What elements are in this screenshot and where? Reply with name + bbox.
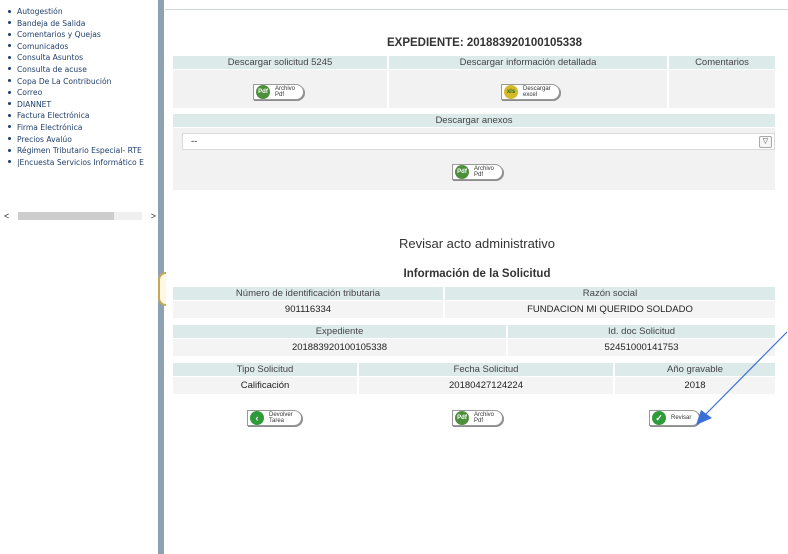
pdf-icon: Pdf (455, 411, 469, 425)
expediente-title: EXPEDIENTE: 201883920100105338 (386, 37, 582, 49)
header-descargar-anexos: Descargar anexos (173, 114, 775, 127)
header-razon-social: Razón social (445, 287, 775, 300)
bullet-icon (8, 32, 11, 36)
tipo-solicitud-value: Calificación (173, 377, 357, 394)
header-descargar-info-detallada: Descargar información detallada (389, 56, 667, 69)
header-nit: Número de identificación tributaria (173, 287, 443, 300)
menu-item-encuesta-servicios[interactable]: |Encuesta Servicios Informático E (8, 157, 158, 169)
header-tipo-solicitud: Tipo Solicitud (173, 363, 357, 376)
informacion-solicitud-title: Información de la Solicitud (403, 268, 551, 280)
menu-item-consulta-asuntos[interactable]: Consulta Asuntos (8, 52, 158, 64)
bullet-icon (8, 55, 11, 59)
archivo-pdf-anexos-button[interactable]: Pdf Archivo Pdf (452, 164, 504, 180)
bullet-icon (8, 21, 11, 25)
devolver-tarea-button[interactable]: ‹ Devolver Tarea (247, 410, 302, 426)
menu-item-comentarios-quejas[interactable]: Comentarios y Quejas (8, 29, 158, 41)
header-fecha-solicitud: Fecha Solicitud (359, 363, 613, 376)
pdf-icon: Pdf (256, 85, 270, 99)
bullet-icon (8, 160, 11, 164)
top-divider (165, 9, 788, 10)
header-comentarios: Comentarios (669, 56, 775, 69)
menu-item-autogestion[interactable]: Autogestión (8, 6, 158, 18)
bullet-icon (8, 67, 11, 71)
scrollbar-track[interactable] (18, 212, 142, 220)
scrollbar-thumb[interactable] (18, 212, 114, 220)
main-content: EXPEDIENTE: 201883920100105338 Descargar… (165, 0, 788, 554)
nit-value: 901116334 (173, 301, 443, 318)
menu-item-factura-electronica[interactable]: Factura Electrónica (8, 110, 158, 122)
archivo-pdf-revisar-button[interactable]: Pdf Archivo Pdf (452, 410, 504, 426)
back-arrow-icon: ‹ (250, 411, 264, 425)
sidebar-menu: Autogestión Bandeja de Salida Comentario… (0, 0, 158, 554)
menu-item-diannet[interactable]: DIANNET (8, 99, 158, 111)
header-descargar-solicitud: Descargar solicitud 5245 (173, 56, 387, 69)
menu-item-precios-avaluo[interactable]: Precios Avalúo (8, 134, 158, 146)
scroll-left-arrow-icon[interactable]: < (4, 210, 9, 222)
menu-item-correo[interactable]: Correo (8, 87, 158, 99)
bullet-icon (8, 90, 11, 94)
menu-item-consulta-acuse[interactable]: Consulta de acuse (8, 64, 158, 76)
bullet-icon (8, 44, 11, 48)
bullet-icon (8, 102, 11, 106)
bullet-icon (8, 113, 11, 117)
bullet-icon (8, 137, 11, 141)
menu-item-regimen-tributario[interactable]: Régimen Tributario Especial- RTE (8, 145, 158, 157)
annotation-arrow-icon (696, 331, 788, 425)
excel-icon: xls (504, 85, 518, 99)
razon-social-value: FUNDACION MI QUERIDO SOLDADO (445, 301, 775, 318)
menu-item-copa-contribucion[interactable]: Copa De La Contribución (8, 76, 158, 88)
pdf-icon: Pdf (455, 165, 469, 179)
bullet-icon (8, 125, 11, 129)
comentarios-cell (669, 70, 775, 108)
anexos-select[interactable]: -- ▽ (182, 133, 775, 150)
check-icon: ✓ (652, 411, 666, 425)
bullet-icon (8, 148, 11, 152)
archivo-pdf-solicitud-button[interactable]: Pdf Archivo Pdf (253, 84, 305, 100)
chevron-down-icon[interactable]: ▽ (759, 136, 772, 148)
menu-item-comunicados[interactable]: Comunicados (8, 41, 158, 53)
menu-list: Autogestión Bandeja de Salida Comentario… (0, 0, 158, 168)
sidebar-horizontal-scrollbar[interactable]: < > (4, 210, 156, 222)
menu-item-firma-electronica[interactable]: Firma Electrónica (8, 122, 158, 134)
bullet-icon (8, 9, 11, 13)
header-expediente: Expediente (173, 325, 506, 338)
bullet-icon (8, 79, 11, 83)
fecha-solicitud-value: 20180427124224 (359, 377, 613, 394)
descargar-excel-button[interactable]: xls Descargar excel (501, 84, 560, 100)
revisar-acto-title: Revisar acto administrativo (398, 236, 556, 251)
menu-item-bandeja-salida[interactable]: Bandeja de Salida (8, 18, 158, 30)
expediente-value: 201883920100105338 (173, 339, 506, 356)
scroll-right-arrow-icon[interactable]: > (151, 210, 156, 222)
